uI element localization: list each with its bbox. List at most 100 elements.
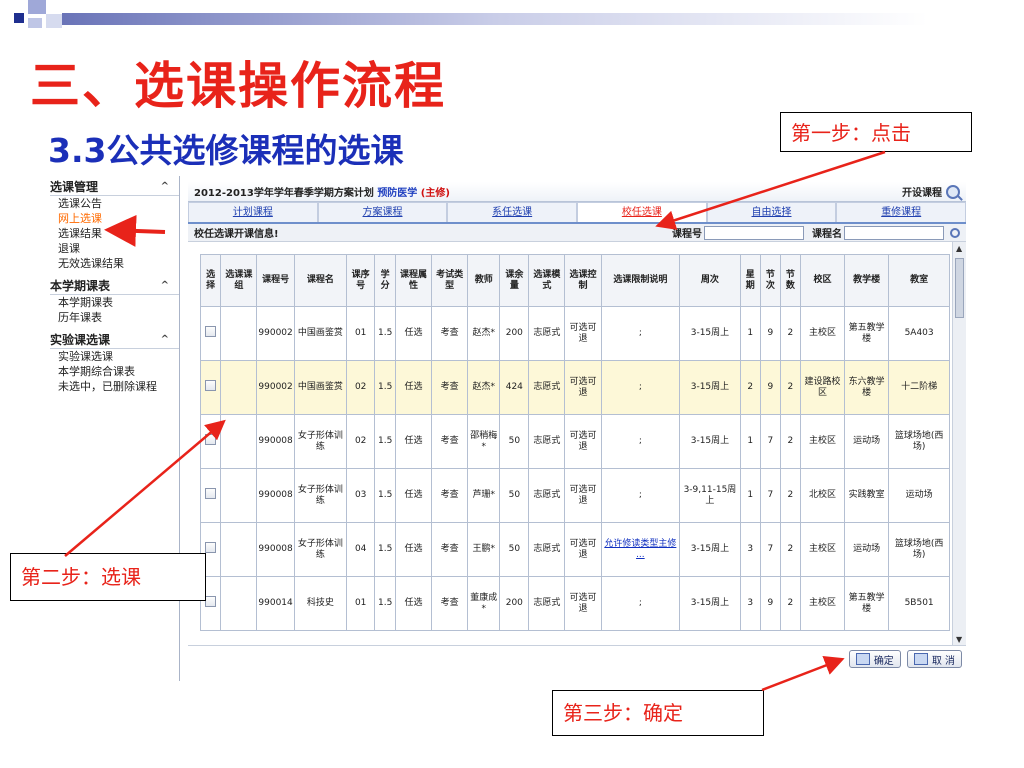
cell-section: 7 (759, 414, 781, 469)
scroll-up-icon[interactable]: ▲ (956, 244, 962, 253)
scroll-down-icon[interactable]: ▼ (956, 635, 962, 644)
cell-room: 5A403 (888, 306, 950, 361)
sidebar-item-online-selection[interactable]: 网上选课 (50, 211, 179, 226)
tab-retake-courses[interactable]: 重修课程 (836, 202, 967, 222)
table-row[interactable]: 990008 女子形体训练 04 1.5 任选 考查 王鹏* 50 志愿式 可选可退 允许修读类型主… (199, 522, 950, 577)
cell-text: ; (638, 490, 642, 500)
table-header-row: 选择 选课课组 课程号 课程名 课序号 学分 课程属性 考试类型 教师 课余量 选课模式 选课控制 选课… (199, 254, 950, 307)
cell-text: 北校区 (808, 490, 836, 500)
cell-text: 1.5 (377, 436, 393, 446)
sidebar-group-title: 实验课选课 (50, 333, 111, 347)
sidebar-group-schedule: 本学期课表 ^ 本学期课表 历年课表 (50, 277, 179, 325)
cell-campus: 主校区 (799, 522, 846, 577)
sidebar-item-drop-course[interactable]: 退课 (50, 241, 179, 256)
cell-text: 50 (508, 544, 521, 554)
cell-campus: 主校区 (799, 414, 846, 469)
sidebar: 选课管理 ^ 选课公告 网上选课 选课结果 退课 无效选课结果 本学期课表 ^ … (50, 176, 180, 681)
tab-plan-courses[interactable]: 计划课程 (188, 202, 318, 222)
tab-school-electives[interactable]: 校任选课 (577, 202, 707, 222)
sidebar-item-past-schedule[interactable]: 历年课表 (50, 310, 179, 325)
sidebar-item-deleted-courses[interactable]: 未选中，已删除课程 (50, 379, 179, 394)
cell-building: 运动场 (844, 414, 890, 469)
select-checkbox[interactable] (205, 380, 217, 391)
course-name-label: 课程名 (812, 229, 842, 240)
magnifier-icon[interactable] (946, 184, 960, 199)
course-name-input[interactable] (844, 225, 944, 240)
sidebar-item-selection-result[interactable]: 选课结果 (50, 226, 179, 241)
confirm-button[interactable]: 确定 (848, 650, 901, 668)
cell-name: 女子形体训练 (293, 414, 347, 469)
cell-text: 任选 (404, 382, 423, 392)
cell-course-no: 990008 (256, 414, 295, 469)
cell-text: 7 (767, 436, 774, 446)
sidebar-group-title: 选课管理 (50, 180, 99, 194)
sidebar-group-header[interactable]: 实验课选课 ^ (50, 331, 179, 349)
cell-control: 可选可退 (564, 576, 602, 631)
cell-campus: 主校区 (799, 576, 846, 631)
search-icon[interactable] (950, 227, 960, 238)
cell-text: 女子形体训练 (297, 538, 343, 560)
select-checkbox[interactable] (205, 488, 217, 499)
tab-program-courses[interactable]: 方案课程 (317, 202, 448, 222)
select-checkbox[interactable] (205, 596, 217, 607)
vertical-scrollbar[interactable]: ▲ ▼ (952, 242, 966, 645)
sidebar-item-invalid-result[interactable]: 无效选课结果 (50, 256, 179, 271)
table-row[interactable]: 990014 科技史 01 1.5 任选 考查 董康成* 200 志愿式 可选可退; 3-15周上 3… (199, 576, 950, 631)
cell-mode: 志愿式 (528, 522, 566, 577)
sidebar-item-announcement[interactable]: 选课公告 (50, 196, 179, 211)
select-checkbox[interactable] (205, 434, 217, 445)
select-checkbox[interactable] (205, 542, 217, 553)
cell-seq: 02 (345, 414, 376, 469)
cell-campus: 主校区 (799, 306, 846, 361)
cell-seq: 01 (345, 576, 376, 631)
cell-count: 2 (779, 360, 801, 415)
cell-text: 中国画鉴赏 (297, 382, 343, 392)
scroll-thumb[interactable] (955, 258, 964, 318)
cell-weekday: 1 (739, 414, 761, 469)
sidebar-group-header[interactable]: 本学期课表 ^ (50, 277, 179, 295)
plan-title-text: 2012-2013学年学年春季学期方案计划 (194, 188, 374, 199)
cell-text: 2 (787, 544, 794, 554)
cell-text: 01 (354, 328, 367, 338)
action-bar: 确定 取 消 (188, 646, 966, 672)
table-row[interactable]: 990002 中国画鉴赏 02 1.5 任选 考查 赵杰* 424 志愿式 可选可退; 3-15周上… (199, 360, 950, 415)
sidebar-item-combined-schedule[interactable]: 本学期综合课表 (50, 364, 179, 379)
table-row[interactable]: 990002 中国画鉴赏 01 1.5 任选 考查 赵杰* 200 志愿式 可选可退; 3-15周上… (199, 306, 950, 361)
cell-text: 芦珊* (472, 490, 496, 500)
cell-text: 990002 (258, 328, 293, 338)
cancel-button[interactable]: 取 消 (906, 650, 962, 668)
tab-free-selection[interactable]: 自由选择 (706, 202, 837, 222)
callout-step2: 第二步：选课 (10, 553, 206, 601)
chevron-up-icon[interactable]: ^ (161, 280, 169, 291)
cell-weekday: 2 (739, 360, 761, 415)
sidebar-group-header[interactable]: 选课管理 ^ (50, 178, 179, 196)
cell-text: 990002 (258, 382, 293, 392)
open-course-button[interactable]: 开设课程 (902, 184, 960, 199)
course-no-input[interactable] (704, 225, 804, 240)
sidebar-item-term-schedule[interactable]: 本学期课表 (50, 295, 179, 310)
cell-section: 7 (759, 522, 781, 577)
chevron-up-icon[interactable]: ^ (161, 334, 169, 345)
cell-text: 赵杰* (472, 328, 496, 338)
sidebar-group-course-management: 选课管理 ^ 选课公告 网上选课 选课结果 退课 无效选课结果 (50, 178, 179, 271)
column-header: 教室 (888, 254, 950, 307)
cell-mode: 志愿式 (528, 414, 566, 469)
select-checkbox[interactable] (205, 326, 217, 337)
chevron-up-icon[interactable]: ^ (161, 181, 169, 192)
cell-building: 第五教学楼 (844, 576, 890, 631)
cell-text: 考查 (440, 598, 459, 608)
limit-link[interactable]: 允许修读类型主修 ... (604, 539, 676, 560)
tab-department-electives[interactable]: 系任选课 (447, 202, 578, 222)
table-row[interactable]: 990008 女子形体训练 02 1.5 任选 考查 邵稍梅* 50 志愿式 可选可退; 3-15周… (199, 414, 950, 469)
cell-control: 可选可退 (564, 522, 602, 577)
cell-text: 任选 (404, 544, 423, 554)
cell-text: 志愿式 (533, 328, 561, 338)
table-row[interactable]: 990008 女子形体训练 03 1.5 任选 考查 芦珊* 50 志愿式 可选可退; 3-9,11… (199, 468, 950, 523)
cell-text: 任选 (404, 328, 423, 338)
cancel-label: 取 消 (931, 655, 955, 667)
sidebar-item-lab-selection[interactable]: 实验课选课 (50, 349, 179, 364)
cell-name: 中国画鉴赏 (293, 360, 347, 415)
cell-room: 运动场 (888, 468, 950, 523)
cell-text: 3-15周上 (690, 436, 730, 446)
table-body: 990002 中国画鉴赏 01 1.5 任选 考查 赵杰* 200 志愿式 可选可退; 3-15周上… (199, 306, 950, 631)
